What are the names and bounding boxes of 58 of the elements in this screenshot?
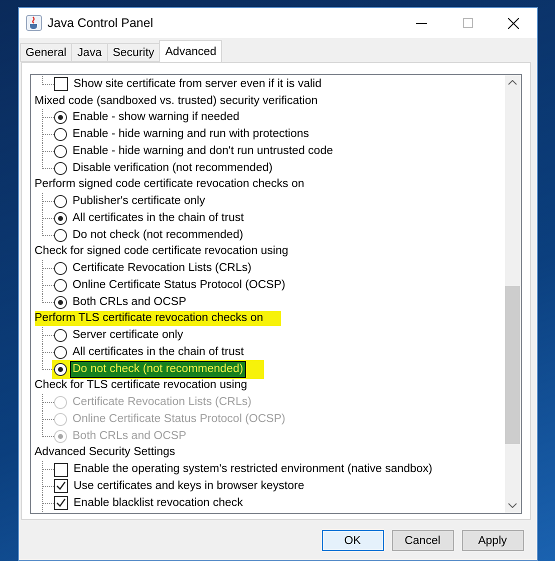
dialog-button[interactable]: Cancel bbox=[392, 530, 454, 551]
close-icon bbox=[508, 18, 519, 28]
radio-button[interactable] bbox=[54, 296, 66, 309]
radio-button[interactable] bbox=[54, 162, 66, 175]
option-label[interactable]: Enable - show warning if needed bbox=[70, 109, 242, 126]
tab[interactable]: Java bbox=[71, 43, 108, 62]
tab[interactable]: Advanced bbox=[159, 40, 222, 62]
option-label[interactable]: Do not check (not recommended) bbox=[70, 226, 246, 244]
radio-button[interactable] bbox=[54, 212, 66, 225]
radio-button[interactable] bbox=[54, 228, 66, 242]
scroll-thumb[interactable] bbox=[504, 286, 520, 444]
option-label[interactable]: Server certificate only bbox=[70, 327, 186, 344]
group-heading: Mixed code (sandboxed vs. trusted) security verification bbox=[34, 94, 318, 109]
scrollbar[interactable] bbox=[504, 75, 520, 513]
checkbox[interactable] bbox=[54, 479, 68, 494]
java-cup-icon bbox=[26, 15, 42, 31]
checkbox[interactable] bbox=[54, 77, 68, 92]
window-title: Java Control Panel bbox=[48, 16, 154, 30]
checkmark-icon bbox=[56, 498, 66, 508]
radio-button[interactable] bbox=[54, 346, 66, 359]
option-label[interactable]: Enable the operating system's restricted environment (native sandbox) bbox=[70, 461, 436, 478]
checkbox[interactable] bbox=[54, 496, 68, 510]
scroll-up-icon[interactable] bbox=[508, 80, 517, 85]
option-label[interactable]: Do not check (not recommended) bbox=[70, 360, 246, 378]
option-label[interactable]: Disable verification (not recommended) bbox=[70, 160, 276, 177]
radio-button[interactable] bbox=[54, 144, 66, 158]
group-heading: Check for signed code certificate revocation using bbox=[34, 244, 288, 260]
checkbox[interactable] bbox=[54, 462, 68, 477]
checkmark-icon bbox=[56, 481, 66, 492]
dialog-button[interactable]: Apply bbox=[462, 530, 524, 551]
option-label[interactable]: All certificates in the chain of trust bbox=[70, 344, 247, 361]
radio-button[interactable] bbox=[54, 111, 66, 124]
radio-button[interactable] bbox=[54, 195, 66, 208]
option-label[interactable]: Online Certificate Status Protocol (OCSP) bbox=[70, 276, 288, 294]
radio-button[interactable] bbox=[54, 278, 66, 292]
group-heading: Perform TLS certificate revocation checks on bbox=[34, 311, 282, 326]
option-label[interactable]: Enable - hide warning and don't run untrusted code bbox=[70, 142, 336, 160]
group-heading: Perform signed code certificate revocation checks on bbox=[34, 177, 304, 192]
option-label[interactable]: Enable blacklist revocation check bbox=[70, 494, 246, 512]
radio-button[interactable] bbox=[54, 362, 66, 376]
option-label[interactable]: Certificate Revocation Lists (CRLs) bbox=[70, 260, 254, 278]
scroll-down-icon[interactable] bbox=[508, 503, 517, 508]
tab[interactable]: General bbox=[20, 43, 72, 62]
option-label[interactable]: Show site certificate from server even if it is valid bbox=[70, 76, 324, 93]
option-label[interactable]: Both CRLs and OCSP bbox=[70, 294, 190, 311]
maximize-icon bbox=[462, 18, 472, 28]
radio-button[interactable] bbox=[54, 329, 66, 342]
minimize-icon bbox=[416, 22, 427, 24]
option-label[interactable]: All certificates in the chain of trust bbox=[70, 210, 247, 227]
option-label[interactable]: Publisher's certificate only bbox=[70, 193, 208, 210]
tab[interactable]: Security bbox=[106, 43, 160, 62]
option-label[interactable]: Use certificates and keys in browser keystore bbox=[70, 478, 308, 495]
dialog-button[interactable]: OK bbox=[322, 530, 384, 551]
option-label[interactable]: Enable - hide warning and run with protections bbox=[70, 126, 312, 144]
radio-button[interactable] bbox=[54, 262, 66, 276]
radio-button[interactable] bbox=[54, 128, 66, 142]
group-heading: Check for TLS certificate revocation using bbox=[34, 378, 248, 394]
group-heading: Advanced Security Settings bbox=[34, 445, 176, 460]
